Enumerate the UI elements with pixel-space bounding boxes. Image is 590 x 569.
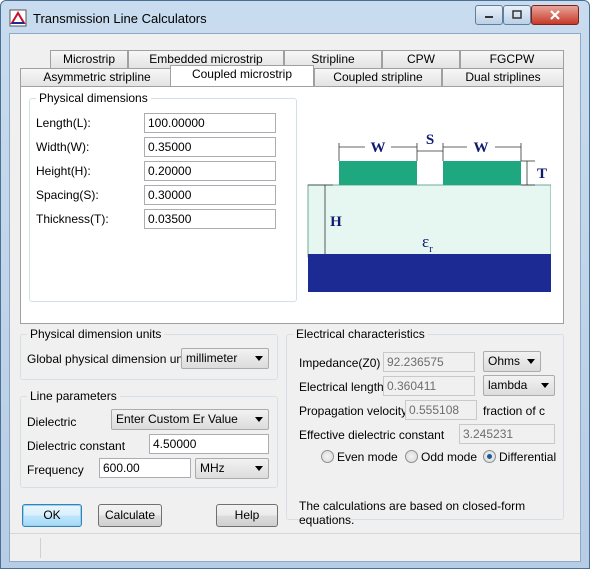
impedance-output: 92.236575	[383, 352, 475, 372]
w-left-label: W	[371, 140, 386, 156]
title-bar[interactable]: Transmission Line Calculators	[1, 1, 589, 33]
velocity-unit-label: fraction of c	[483, 404, 546, 418]
height-label: Height(H):	[36, 164, 91, 178]
spacing-input[interactable]: 0.30000	[144, 185, 276, 205]
calculator-window: Transmission Line Calculators Microstrip…	[0, 0, 590, 569]
tab-asymmetric-stripline[interactable]: Asymmetric stripline	[20, 68, 174, 86]
chevron-down-icon	[255, 356, 263, 361]
dielectric-constant-input[interactable]: 4.50000	[149, 434, 269, 454]
thickness-input[interactable]: 0.03500	[144, 209, 276, 229]
dielectric-constant-label: Dielectric constant	[27, 439, 126, 453]
physical-dimensions-group: Physical dimensions Length(L): 100.00000…	[29, 91, 297, 302]
calculate-button[interactable]: Calculate	[98, 504, 162, 527]
electrical-characteristics-title: Electrical characteristics	[293, 327, 428, 341]
length-label: Length(L):	[36, 116, 91, 130]
ok-button[interactable]: OK	[22, 504, 82, 527]
odd-mode-radio[interactable]	[405, 450, 418, 463]
status-bar	[10, 533, 580, 561]
s-label: S	[426, 132, 434, 148]
tab-coupled-microstrip[interactable]: Coupled microstrip	[170, 65, 314, 86]
window-title: Transmission Line Calculators	[33, 11, 207, 26]
help-button[interactable]: Help	[216, 504, 278, 527]
width-label: Width(W):	[36, 140, 90, 154]
effective-dielectric-label: Effective dielectric constant	[299, 428, 445, 442]
impedance-label: Impedance(Z0)	[299, 356, 381, 370]
frequency-label: Frequency	[27, 463, 84, 477]
length-input[interactable]: 100.00000	[144, 113, 276, 133]
electrical-length-output: 0.360411	[383, 376, 475, 396]
tab-dual-striplines[interactable]: Dual striplines	[442, 68, 564, 86]
tab-microstrip[interactable]: Microstrip	[50, 50, 128, 68]
right-conductor	[443, 161, 521, 185]
line-parameters-group: Line parameters Dielectric Enter Custom …	[20, 389, 278, 488]
left-conductor	[339, 161, 417, 185]
minimize-button[interactable]	[475, 5, 503, 25]
spacing-label: Spacing(S):	[36, 188, 99, 202]
minimize-icon	[485, 16, 493, 18]
maximize-icon	[512, 10, 522, 19]
units-title: Physical dimension units	[27, 327, 165, 341]
tab-fgcpw[interactable]: FGCPW	[460, 50, 564, 68]
physical-dimensions-title: Physical dimensions	[36, 91, 151, 105]
electrical-length-label: Electrical length	[299, 380, 384, 394]
dielectric-select[interactable]: Enter Custom Er Value	[111, 409, 269, 430]
electrical-length-unit-select[interactable]: lambda	[483, 375, 555, 396]
effective-dielectric-output: 3.245231	[459, 424, 555, 444]
frequency-input[interactable]: 600.00	[99, 458, 191, 478]
units-label: Global physical dimension units:	[27, 352, 199, 366]
chevron-down-icon	[255, 417, 263, 422]
units-group: Physical dimension units Global physical…	[20, 327, 278, 380]
frequency-unit-select[interactable]: MHz	[195, 458, 269, 479]
ground-plane	[308, 254, 551, 292]
h-label: H	[330, 214, 342, 230]
units-select[interactable]: millimeter	[181, 348, 269, 369]
calculation-note: The calculations are based on closed-for…	[299, 499, 526, 527]
chevron-down-icon	[541, 383, 549, 388]
electrical-characteristics-group: Electrical characteristics Impedance(Z0)…	[286, 327, 564, 527]
line-parameters-title: Line parameters	[27, 389, 120, 403]
w-right-label: W	[474, 140, 489, 156]
chevron-down-icon	[527, 359, 535, 364]
close-button[interactable]	[531, 5, 579, 25]
coupled-microstrip-panel: Physical dimensions Length(L): 100.00000…	[20, 86, 564, 324]
close-icon	[550, 10, 560, 20]
differential-label[interactable]: Differential	[499, 450, 556, 464]
even-mode-radio[interactable]	[321, 450, 334, 463]
coupled-microstrip-diagram: W S W T H εr	[307, 132, 551, 292]
height-input[interactable]: 0.20000	[144, 161, 276, 181]
tab-coupled-stripline[interactable]: Coupled stripline	[314, 68, 442, 86]
client-area: Microstrip Embedded microstrip Stripline…	[9, 33, 581, 562]
even-mode-label[interactable]: Even mode	[337, 450, 398, 464]
status-separator	[40, 538, 41, 558]
odd-mode-label[interactable]: Odd mode	[421, 450, 477, 464]
dielectric-label: Dielectric	[27, 415, 77, 429]
thickness-label: Thickness(T):	[36, 212, 109, 226]
impedance-unit-select[interactable]: Ohms	[483, 351, 541, 372]
propagation-velocity-label: Propagation velocity	[299, 404, 408, 418]
differential-radio[interactable]	[483, 450, 496, 463]
app-icon	[9, 9, 27, 27]
tab-cpw[interactable]: CPW	[382, 50, 460, 68]
width-input[interactable]: 0.35000	[144, 137, 276, 157]
chevron-down-icon	[255, 466, 263, 471]
t-label: T	[537, 166, 547, 182]
maximize-button[interactable]	[503, 5, 531, 25]
propagation-velocity-output: 0.555108	[405, 400, 477, 420]
